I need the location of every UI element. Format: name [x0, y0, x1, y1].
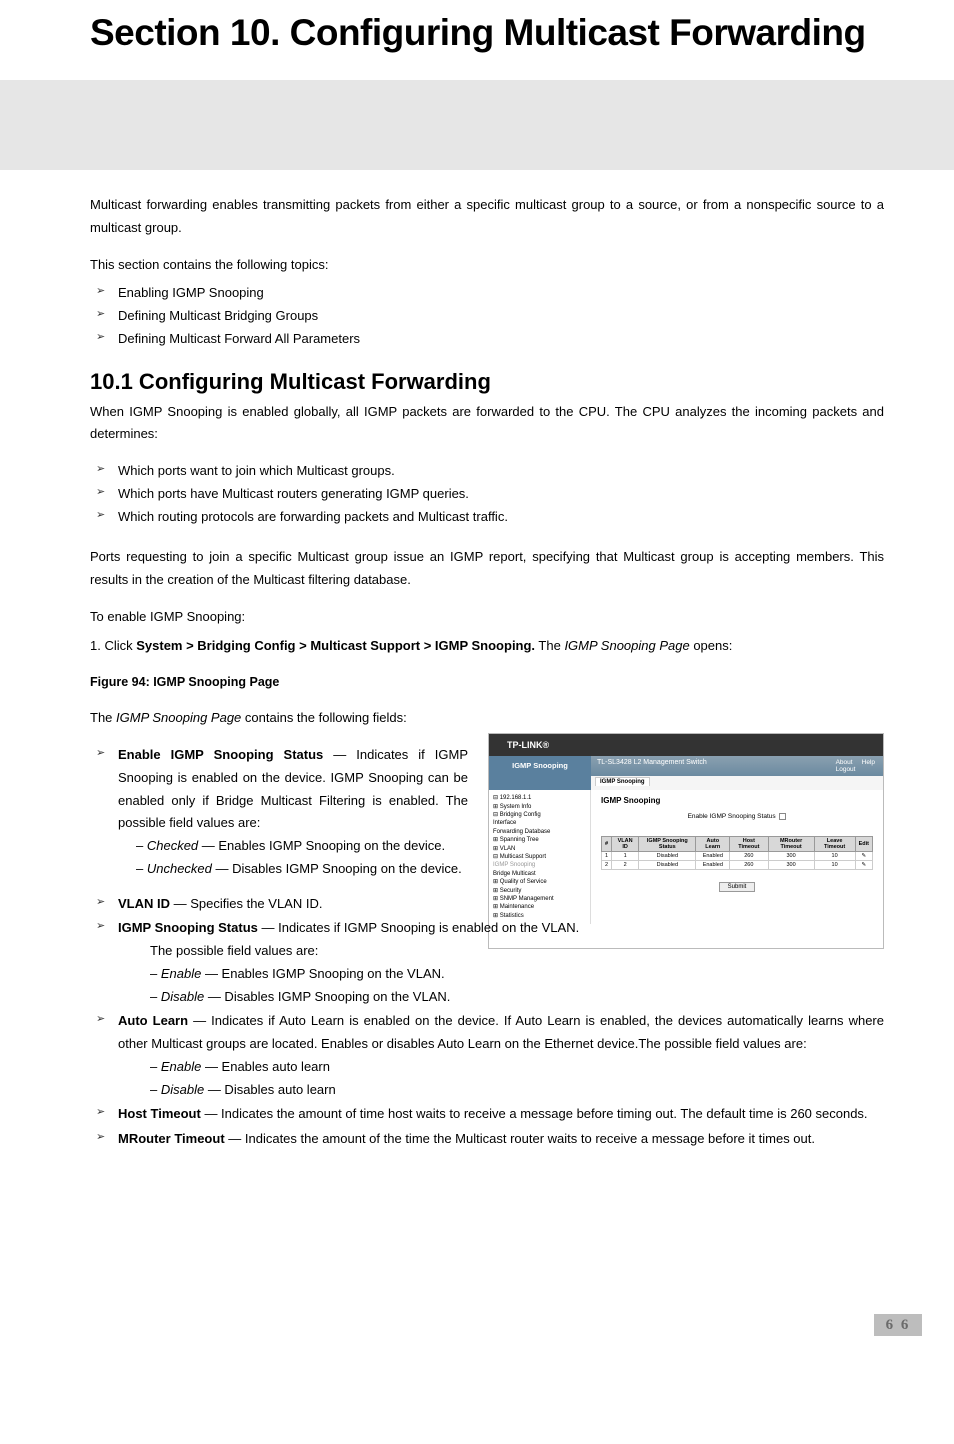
- figure-area: TP-LINK® IGMP Snooping TL-SL3428 L2 Mana…: [90, 707, 884, 880]
- banner-title: TL-SL3428 L2 Management Switch: [597, 759, 707, 766]
- field-label: VLAN ID: [118, 896, 170, 911]
- banner-link: Help: [862, 759, 875, 766]
- field-enable-status: Enable IGMP Snooping Status — Indicates …: [90, 744, 468, 881]
- field-desc: — Indicates if Auto Learn is enabled on …: [118, 1013, 884, 1051]
- screenshot-table: # VLAN ID IGMP Snooping Status Auto Lear…: [601, 836, 873, 870]
- field-vlan-id: VLAN ID — Specifies the VLAN ID.: [90, 893, 884, 916]
- field-label: IGMP Snooping Status: [118, 920, 258, 935]
- step-italic: IGMP Snooping Page: [564, 638, 689, 653]
- field-label: Auto Learn: [118, 1013, 188, 1028]
- subsection-heading: 10.1 Configuring Multicast Forwarding: [90, 369, 884, 395]
- topic-item: Defining Multicast Bridging Groups: [90, 305, 884, 328]
- step-mid: The: [535, 638, 564, 653]
- figure-caption: Figure 94: IGMP Snooping Page: [90, 675, 884, 689]
- field-desc: — Specifies the VLAN ID.: [170, 896, 322, 911]
- screenshot-enable-label: Enable IGMP Snooping Status: [688, 813, 776, 820]
- field-desc: — Indicates if IGMP Snooping is enabled …: [258, 920, 579, 935]
- field-desc: — Indicates the amount of the time the M…: [225, 1131, 815, 1146]
- content-body: Multicast forwarding enables transmittin…: [90, 194, 884, 1151]
- screenshot-banner: TL-SL3428 L2 Management Switch About Hel…: [591, 756, 883, 776]
- topics-intro: This section contains the following topi…: [90, 254, 884, 277]
- field-mrouter-timeout: MRouter Timeout — Indicates the amount o…: [90, 1128, 884, 1151]
- page-number: 6 6: [874, 1314, 922, 1336]
- list-item: Which routing protocols are forwarding p…: [90, 506, 884, 529]
- screenshot-page-label: IGMP Snooping: [489, 756, 591, 776]
- topics-list: Enabling IGMP Snooping Defining Multicas…: [90, 282, 884, 350]
- submit-button: Submit: [719, 882, 756, 892]
- table-row: 22DisabledEnabled26030010✎: [602, 861, 873, 870]
- screenshot-brand: TP-LINK®: [489, 734, 883, 756]
- intro-paragraph: Multicast forwarding enables transmittin…: [90, 194, 884, 240]
- field-snoop-status: IGMP Snooping Status — Indicates if IGMP…: [90, 917, 884, 1008]
- field-label: Host Timeout: [118, 1106, 201, 1121]
- table-row: 11DisabledEnabled26030010✎: [602, 852, 873, 861]
- banner-link: Logout: [836, 766, 856, 773]
- step-bold: System > Bridging Config > Multicast Sup…: [136, 638, 535, 653]
- checkbox-icon: [779, 813, 786, 820]
- screenshot-tab: IGMP Snooping: [595, 777, 650, 786]
- enable-intro: To enable IGMP Snooping:: [90, 606, 884, 629]
- field-host-timeout: Host Timeout — Indicates the amount of t…: [90, 1103, 884, 1126]
- topic-item: Enabling IGMP Snooping: [90, 282, 884, 305]
- list-item: Which ports have Multicast routers gener…: [90, 483, 884, 506]
- field-desc: — Indicates the amount of time host wait…: [201, 1106, 868, 1121]
- step-suffix: opens:: [690, 638, 733, 653]
- field-label: MRouter Timeout: [118, 1131, 225, 1146]
- step-prefix: 1. Click: [90, 638, 136, 653]
- topic-item: Defining Multicast Forward All Parameter…: [90, 328, 884, 351]
- section-title: Section 10. Configuring Multicast Forwar…: [0, 0, 954, 84]
- field-auto-learn: Auto Learn — Indicates if Auto Learn is …: [90, 1010, 884, 1101]
- determines-list: Which ports want to join which Multicast…: [90, 460, 884, 528]
- fields-list: VLAN ID — Specifies the VLAN ID. IGMP Sn…: [90, 893, 884, 1151]
- banner-link: About: [836, 759, 853, 766]
- list-item: Which ports want to join which Multicast…: [90, 460, 884, 483]
- sub-paragraph-2: Ports requesting to join a specific Mult…: [90, 546, 884, 592]
- field-label: Enable IGMP Snooping Status: [118, 747, 323, 762]
- step-1: 1. Click System > Bridging Config > Mult…: [90, 635, 884, 658]
- sub-paragraph-1: When IGMP Snooping is enabled globally, …: [90, 401, 884, 447]
- page-contains: The IGMP Snooping Page contains the foll…: [90, 707, 468, 730]
- screenshot-heading: IGMP Snooping: [601, 796, 873, 805]
